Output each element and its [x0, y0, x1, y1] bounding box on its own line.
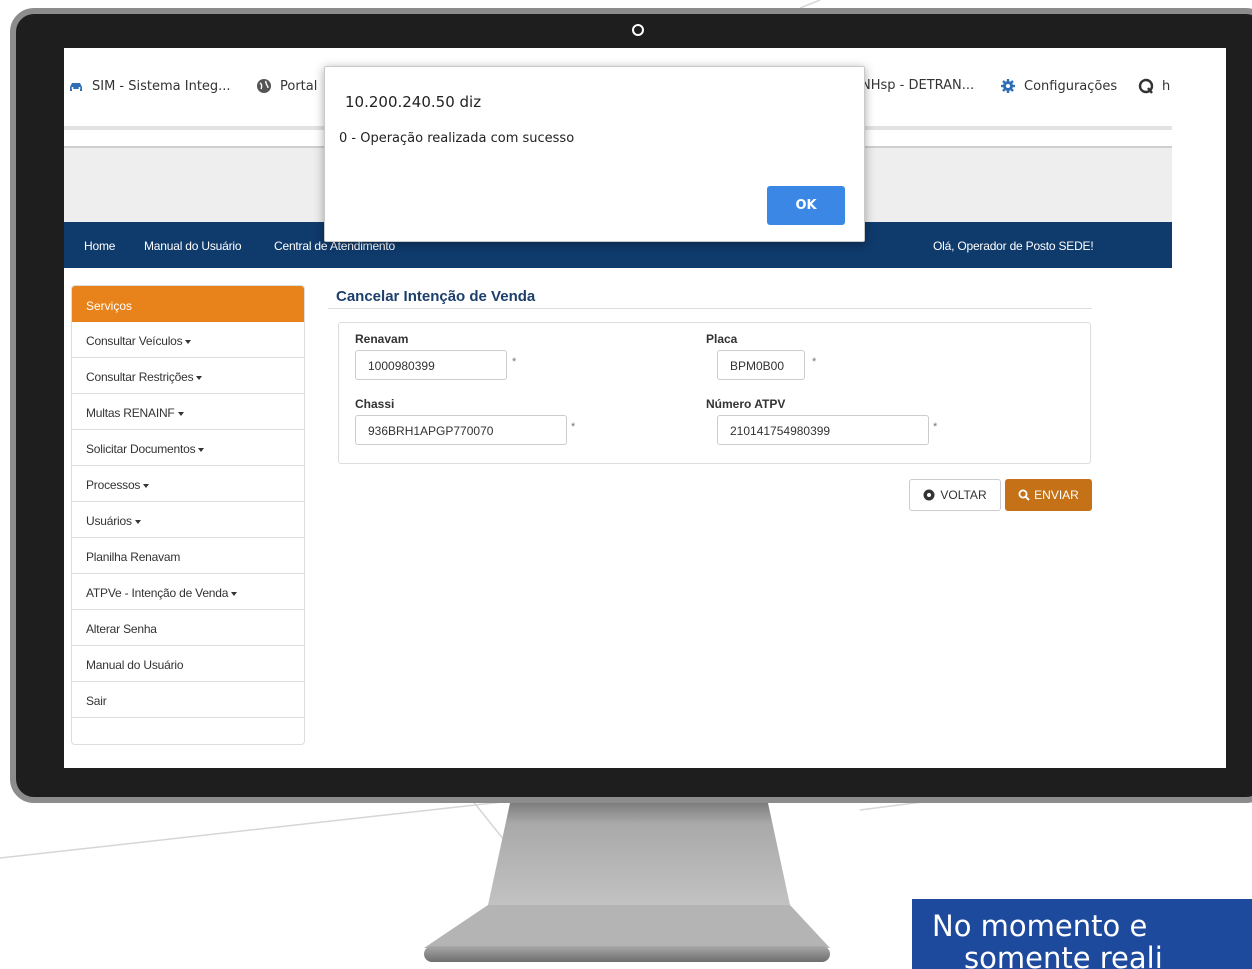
alert-dialog: 10.200.240.50 diz 0 - Operação realizada…	[324, 66, 865, 242]
renavam-required-mark: *	[512, 356, 517, 368]
sidebar-item-sair[interactable]: Sair	[72, 682, 304, 718]
caret-down-icon	[231, 591, 238, 596]
caret-down-icon	[143, 483, 150, 488]
sidebar-item-solicitar-documentos[interactable]: Solicitar Documentos	[72, 430, 304, 466]
atpv-required-mark: *	[933, 421, 938, 433]
sidebar-heading[interactable]: Serviços	[72, 286, 304, 322]
enviar-button[interactable]: ENVIAR	[1005, 479, 1092, 511]
sidebar-item-label: Manual do Usuário	[86, 658, 184, 672]
caption-line-1: No momento e	[932, 909, 1148, 943]
placa-required-mark: *	[812, 356, 817, 368]
search-icon	[1018, 489, 1030, 501]
globe-icon	[257, 79, 271, 93]
gear-icon	[1001, 79, 1015, 93]
placa-field[interactable]: BPM0B00	[717, 350, 805, 380]
nav-home[interactable]: Home	[84, 239, 115, 253]
sidebar-item-label: Alterar Senha	[86, 622, 157, 636]
caption-box: No momento e somente reali	[912, 899, 1252, 969]
sidebar-menu: Serviços Consultar Veículos Consultar Re…	[71, 285, 305, 745]
webcam-icon	[632, 24, 644, 36]
sidebar-item-usuarios[interactable]: Usuários	[72, 502, 304, 538]
sidebar-item-label: Processos	[86, 478, 141, 492]
atpv-label: Número ATPV	[706, 397, 786, 411]
car-icon	[70, 83, 82, 91]
sidebar-item-alterar-senha[interactable]: Alterar Senha	[72, 610, 304, 646]
sidebar-item-planilha-renavam[interactable]: Planilha Renavam	[72, 538, 304, 574]
caret-down-icon	[185, 339, 192, 344]
placa-label: Placa	[706, 332, 738, 346]
bookmark-portal-label: Portal	[280, 78, 318, 94]
sidebar-item-label: Consultar Restrições	[86, 370, 194, 384]
bookmark-h[interactable]: h	[1138, 78, 1170, 94]
sidebar-item-label: Multas RENAINF	[86, 406, 175, 420]
q-logo-icon	[1138, 78, 1154, 94]
dialog-origin: 10.200.240.50 diz	[345, 93, 482, 111]
title-divider	[328, 308, 1092, 309]
sidebar-item-label: Solicitar Documentos	[86, 442, 196, 456]
renavam-label: Renavam	[355, 332, 409, 346]
dialog-ok-button[interactable]: OK	[767, 186, 845, 225]
sidebar-item-manual-usuario[interactable]: Manual do Usuário	[72, 646, 304, 682]
bookmark-sim-label: SIM - Sistema Integ...	[92, 78, 231, 94]
sidebar-item-multas-renainf[interactable]: Multas RENAINF	[72, 394, 304, 430]
browser-screen: SIM - Sistema Integ... Portal NHsp - DET…	[64, 48, 1172, 768]
renavam-field[interactable]: 1000980399	[355, 350, 507, 380]
atpv-field[interactable]: 210141754980399	[717, 415, 929, 445]
sidebar-item-processos[interactable]: Processos	[72, 466, 304, 502]
sidebar-item-atpve[interactable]: ATPVe - Intenção de Venda	[72, 574, 304, 610]
bookmark-nhsp[interactable]: NHsp - DETRAN...	[861, 78, 974, 93]
bookmark-sim[interactable]: SIM - Sistema Integ...	[68, 78, 231, 94]
chassi-field[interactable]: 936BRH1APGP770070	[355, 415, 567, 445]
page-title: Cancelar Intenção de Venda	[336, 288, 536, 305]
enviar-label: ENVIAR	[1034, 488, 1079, 502]
caret-down-icon	[198, 447, 205, 452]
caret-down-icon	[134, 519, 141, 524]
nav-greeting: Olá, Operador de Posto SEDE!	[933, 239, 1094, 253]
circle-arrow-left-icon	[923, 489, 935, 501]
caret-down-icon	[177, 411, 184, 416]
screen-edge	[1172, 48, 1226, 768]
form-panel: Renavam 1000980399 * Placa BPM0B00 * Cha…	[338, 322, 1091, 464]
chassi-required-mark: *	[571, 421, 576, 433]
caret-down-icon	[196, 375, 203, 380]
sidebar-item-label: Planilha Renavam	[86, 550, 181, 564]
bookmark-portal[interactable]: Portal	[256, 78, 317, 94]
sidebar-item-consultar-veiculos[interactable]: Consultar Veículos	[72, 322, 304, 358]
caption-line-2: somente reali	[964, 941, 1163, 969]
sidebar-item-label: ATPVe - Intenção de Venda	[86, 586, 229, 600]
voltar-button[interactable]: VOLTAR	[909, 479, 1001, 511]
bookmark-h-label: h	[1162, 78, 1171, 94]
bookmark-configuracoes-label: Configurações	[1024, 78, 1118, 94]
chassi-label: Chassi	[355, 397, 395, 411]
sidebar-item-label: Usuários	[86, 514, 132, 528]
dialog-message: 0 - Operação realizada com sucesso	[339, 131, 575, 146]
voltar-label: VOLTAR	[940, 488, 987, 502]
sidebar-item-label: Consultar Veículos	[86, 334, 183, 348]
sidebar-item-consultar-restricoes[interactable]: Consultar Restrições	[72, 358, 304, 394]
bookmark-nhsp-label: NHsp - DETRAN...	[861, 78, 975, 93]
sidebar-item-label: Sair	[86, 694, 107, 708]
bookmark-configuracoes[interactable]: Configurações	[1000, 78, 1117, 94]
nav-manual[interactable]: Manual do Usuário	[144, 239, 242, 253]
